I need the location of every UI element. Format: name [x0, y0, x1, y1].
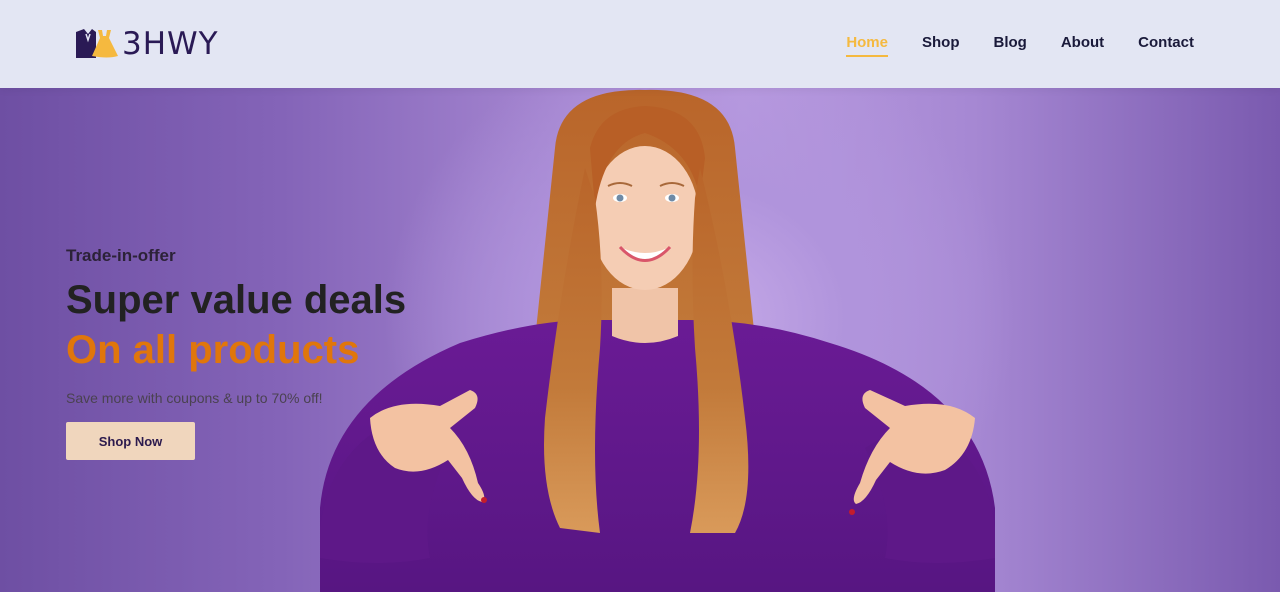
hero-headline: Super value deals [66, 278, 407, 322]
nav-about[interactable]: About [1061, 34, 1104, 57]
nav-blog[interactable]: Blog [994, 34, 1027, 57]
main-nav: Home Shop Blog About Contact [812, 34, 1194, 57]
nav-shop[interactable]: Shop [922, 34, 960, 57]
site-header: 3HWY Home Shop Blog About Contact [0, 0, 1280, 88]
hero-subtext: Save more with coupons & up to 70% off! [66, 390, 323, 406]
nav-contact[interactable]: Contact [1138, 34, 1194, 57]
hero-banner: Trade-in-offer Super value deals On all … [0, 88, 1280, 592]
logo[interactable]: 3HWY [72, 24, 219, 64]
nav-home[interactable]: Home [846, 34, 888, 57]
hero-kicker: Trade-in-offer [66, 246, 176, 265]
logo-text: 3HWY [122, 26, 219, 62]
hero-content: Trade-in-offer Super value deals On all … [66, 246, 406, 460]
hero-headline-accent: On all products [66, 328, 360, 372]
clothing-logo-icon [76, 29, 118, 58]
shop-now-button[interactable]: Shop Now [66, 422, 195, 460]
